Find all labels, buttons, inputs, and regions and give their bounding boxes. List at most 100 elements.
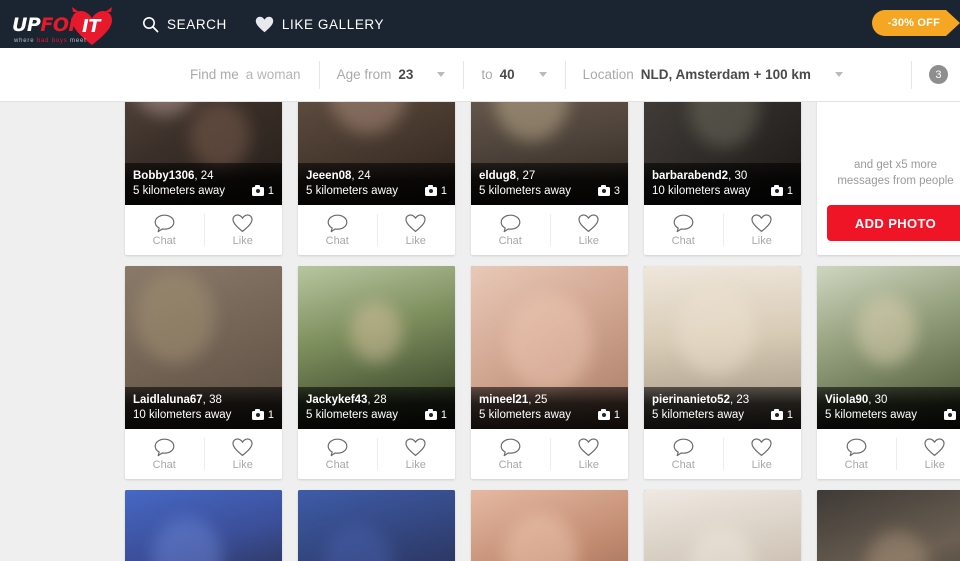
profile-grid-viewport[interactable]: Bobby1306, 245 kilometers away1ChatLikeJ…	[0, 102, 960, 561]
profile-distance-row: 5 kilometers away1	[652, 408, 793, 422]
camera-icon	[771, 411, 783, 420]
profile-card[interactable]: eldug8, 275 kilometers away3 Chat Like	[471, 102, 628, 255]
chat-button[interactable]: Chat	[125, 429, 204, 479]
filter-age-to[interactable]: to 40	[463, 48, 564, 102]
photo-shading	[677, 285, 755, 375]
profile-card-actions: ChatLike	[125, 429, 282, 479]
chat-button[interactable]: Chat	[298, 429, 377, 479]
chat-bubble-icon	[500, 438, 521, 457]
profile-photo[interactable]: mineel21, 255 kilometers away1	[471, 266, 628, 429]
profile-card[interactable]: mineel21, 255 kilometers away1ChatLike	[471, 266, 628, 479]
profile-name-age: pierinanieto52, 23	[652, 393, 793, 407]
profile-card[interactable]: geraxgeorgy86, 255 kilometers away1ChatL…	[125, 490, 282, 561]
profile-card[interactable]: Laidlaluna67, 3810 kilometers away1ChatL…	[125, 266, 282, 479]
profile-name-age: mineel21, 25	[479, 393, 620, 407]
like-button-label: Like	[406, 459, 426, 471]
profile-card-actions: Chat Like	[644, 429, 801, 479]
chat-button-label: Chat	[499, 235, 522, 247]
nav-like-gallery[interactable]: LIKE GALLERY	[255, 16, 384, 33]
filter-find-me[interactable]: Find me a woman	[0, 48, 319, 102]
profile-photo[interactable]: Laidlaluna67, 3810 kilometers away1	[125, 266, 282, 429]
filter-location[interactable]: Location NLD, Amsterdam + 100 km	[565, 48, 861, 102]
like-button-label: Like	[752, 235, 772, 247]
like-button[interactable]: Like	[204, 205, 283, 255]
chat-button-label: Chat	[326, 235, 349, 247]
profile-distance-row: 10 kilometers away1	[652, 184, 793, 198]
profile-card[interactable]: barbarabend2, 3010 kilometers away1Chat L…	[644, 102, 801, 255]
profile-username: barbarabend2	[652, 170, 728, 182]
like-button[interactable]: Like	[723, 429, 802, 479]
like-button-label: Like	[579, 235, 599, 247]
chat-button[interactable]: Chat	[817, 429, 896, 479]
profile-card[interactable]: Viiola90, 305 kilometers away1ChatLike	[817, 266, 960, 479]
chat-button[interactable]: Chat	[471, 429, 550, 479]
chat-button[interactable]: Chat	[298, 205, 377, 255]
profile-photo[interactable]: barbarabend2, 3010 kilometers away1	[644, 102, 801, 205]
photo-shading	[350, 302, 402, 362]
like-button[interactable]: Like	[723, 205, 802, 255]
profile-card-actions: Chat Like	[471, 205, 628, 255]
profile-distance: 5 kilometers away	[652, 408, 744, 422]
add-photo-button[interactable]: ADD PHOTO	[827, 205, 960, 241]
profile-photo[interactable]: pierinanieto52, 235 kilometers away1	[644, 266, 801, 429]
profile-card[interactable]: maisiebakk59, 245 kilometers away1ChatLi…	[471, 490, 628, 561]
profile-username: Jackykef43	[306, 394, 367, 406]
like-button[interactable]: Like	[896, 429, 960, 479]
profile-age: 27	[522, 170, 535, 182]
chat-button[interactable]: Chat	[644, 429, 723, 479]
profile-card[interactable]: pierinanieto52, 235 kilometers away1Chat…	[644, 266, 801, 479]
camera-icon	[252, 187, 264, 196]
filters-count-badge: 3	[929, 65, 948, 84]
age-from-label: Age from	[337, 67, 392, 82]
profile-card[interactable]: Bobby1306, 245 kilometers away1ChatLike	[125, 102, 282, 255]
like-button-label: Like	[406, 235, 426, 247]
profile-card[interactable]: Jeeen08, 245 kilometers away1 Chat Like	[298, 102, 455, 255]
profile-photo[interactable]: maisiebakk59, 245 kilometers away1	[471, 490, 628, 561]
profile-distance-row: 5 kilometers away1	[133, 184, 274, 198]
location-value: NLD, Amsterdam + 100 km	[641, 67, 811, 82]
like-button[interactable]: Like	[550, 429, 629, 479]
discount-promo-badge[interactable]: -30% OFF	[872, 10, 960, 36]
chevron-down-icon	[835, 72, 843, 77]
profile-photo[interactable]: Bobby1306, 245 kilometers away1	[125, 102, 282, 205]
profile-photo-count: 1	[252, 185, 274, 197]
profile-username: Bobby1306	[133, 170, 194, 182]
profile-photo-count: 1	[252, 409, 274, 421]
logo-tagline: where bad boys meet	[14, 38, 87, 44]
photo-count-value: 1	[441, 185, 447, 197]
profile-photo[interactable]: Jeeen08, 245 kilometers away1	[298, 102, 455, 205]
chat-bubble-icon	[673, 214, 694, 233]
profile-card[interactable]: carolakara5, 245 kilometers away1ChatLik…	[298, 490, 455, 561]
profile-card[interactable]: kimb52, 275 kilometers away1ChatLike	[644, 490, 801, 561]
filter-age-from[interactable]: Age from 23	[319, 48, 464, 102]
profile-card[interactable]: grea10, 275 kilometers away1ChatLike	[817, 490, 960, 561]
profile-distance-row: 5 kilometers away1	[306, 184, 447, 198]
like-button[interactable]: Like	[377, 205, 456, 255]
profile-photo[interactable]: eldug8, 275 kilometers away3	[471, 102, 628, 205]
like-button-label: Like	[752, 459, 772, 471]
filter-more-filters[interactable]: 3 Filters	[911, 48, 960, 102]
profile-overlay-info: Bobby1306, 245 kilometers away1	[125, 163, 282, 205]
profile-distance-row: 5 kilometers away1	[825, 408, 960, 422]
profile-card[interactable]: Jackykef43, 285 kilometers away1Chat Like	[298, 266, 455, 479]
chat-button[interactable]: Chat	[125, 205, 204, 255]
profile-photo[interactable]: geraxgeorgy86, 255 kilometers away1	[125, 490, 282, 561]
profile-username: mineel21	[479, 394, 528, 406]
nav-search[interactable]: SEARCH	[142, 16, 227, 33]
site-logo[interactable]: UPFOR IT where bad boys meet	[12, 4, 120, 44]
like-button[interactable]: Like	[550, 205, 629, 255]
like-button[interactable]: Like	[377, 429, 456, 479]
profile-photo[interactable]: Jackykef43, 285 kilometers away1	[298, 266, 455, 429]
chat-bubble-icon	[327, 214, 348, 233]
profile-photo[interactable]: carolakara5, 245 kilometers away1	[298, 490, 455, 561]
profile-photo[interactable]: grea10, 275 kilometers away1	[817, 490, 960, 561]
profile-photo[interactable]: Viiola90, 305 kilometers away1	[817, 266, 960, 429]
logo-wordmark: UPFOR	[12, 14, 83, 35]
like-button[interactable]: Like	[204, 429, 283, 479]
chat-button[interactable]: Chat	[644, 205, 723, 255]
profile-photo[interactable]: kimb52, 275 kilometers away1	[644, 490, 801, 561]
profile-username: Laidlaluna67	[133, 394, 203, 406]
camera-icon	[598, 411, 610, 420]
chat-button[interactable]: Chat	[471, 205, 550, 255]
add-photo-promo-card: and get x5 more messages from peopleADD …	[817, 102, 960, 255]
